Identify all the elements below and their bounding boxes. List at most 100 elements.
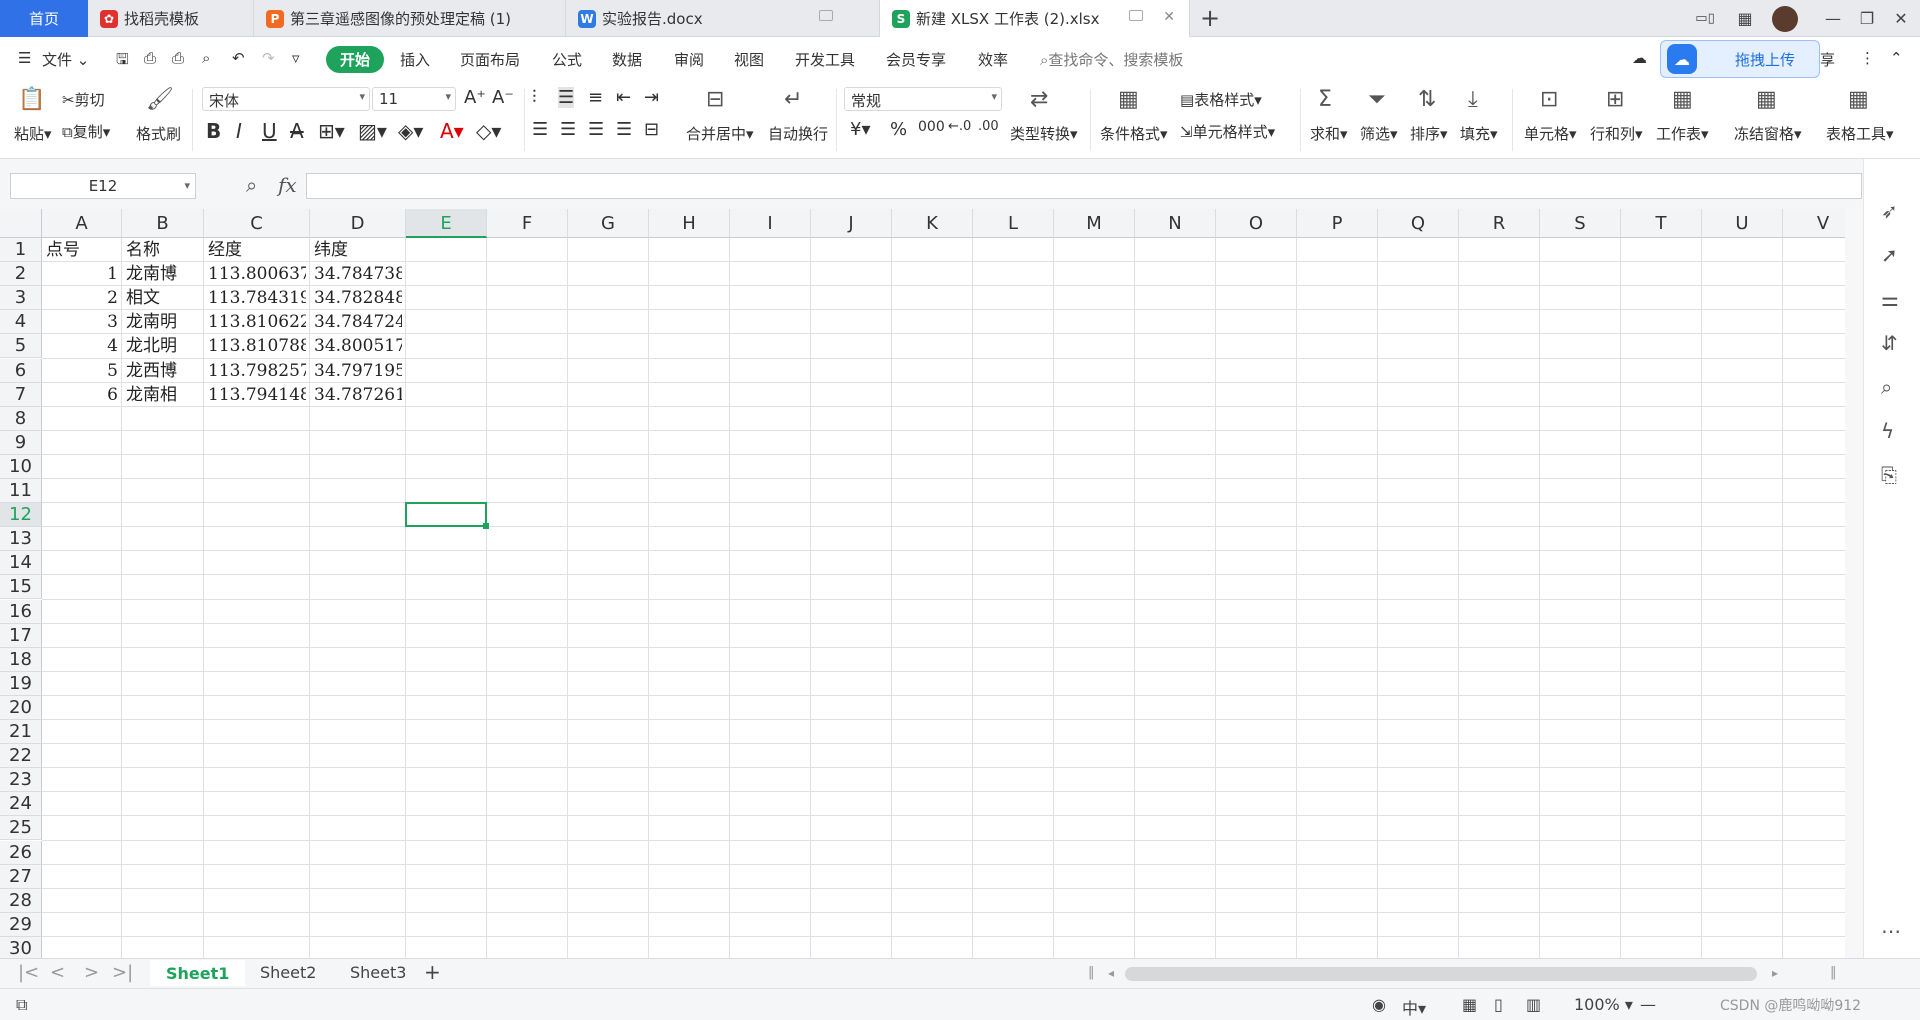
column-header-b[interactable]: B xyxy=(122,209,204,238)
cell-style-button[interactable]: ⇲单元格样式▾ xyxy=(1180,121,1275,142)
increase-font-icon[interactable]: A⁺ xyxy=(464,87,486,108)
cell-b1[interactable]: 名称 xyxy=(126,238,200,262)
font-size-select[interactable]: 11 xyxy=(372,87,456,111)
row-header-6[interactable]: 6 xyxy=(0,358,42,383)
align-bottom-icon[interactable]: ≡ xyxy=(588,87,603,108)
bold-icon[interactable]: B xyxy=(206,119,221,143)
row-header-30[interactable]: 30 xyxy=(0,936,42,958)
table-style-button[interactable]: ▤表格样式▾ xyxy=(1180,89,1262,110)
cell-b6[interactable]: 龙西博 xyxy=(126,359,200,383)
format-painter-icon[interactable]: 🖌 xyxy=(146,87,174,112)
rows-cols-button[interactable]: 行和列▾ xyxy=(1590,123,1643,144)
cell-a6[interactable]: 5 xyxy=(46,359,118,383)
row-header-22[interactable]: 22 xyxy=(0,744,42,769)
tab-view[interactable]: 视图 xyxy=(734,49,764,70)
book-search-icon[interactable]: ⎘ xyxy=(1881,463,1897,487)
restore-icon[interactable]: ❐ xyxy=(1850,0,1884,37)
row-header-9[interactable]: 9 xyxy=(0,430,42,455)
export-pdf-icon[interactable]: ⎙ xyxy=(144,49,156,67)
row-header-1[interactable]: 1 xyxy=(0,238,42,263)
column-header-r[interactable]: R xyxy=(1459,209,1540,238)
cell-a1[interactable]: 点号 xyxy=(46,238,118,262)
sliders-icon[interactable]: ⚌ xyxy=(1881,287,1899,311)
table-tools-icon[interactable]: ▦ xyxy=(1848,87,1869,112)
print-preview-icon[interactable]: ⌕ xyxy=(202,49,210,67)
splitter-icon[interactable]: ‖ xyxy=(1088,965,1095,980)
italic-icon[interactable]: I xyxy=(236,119,242,143)
conditional-format-icon[interactable]: ▦ xyxy=(1118,87,1139,112)
transform-icon[interactable]: ⇵ xyxy=(1881,331,1898,355)
hamburger-icon[interactable]: ☰ xyxy=(18,49,31,67)
column-header-n[interactable]: N xyxy=(1135,209,1216,238)
row-header-29[interactable]: 29 xyxy=(0,912,42,937)
column-header-p[interactable]: P xyxy=(1297,209,1378,238)
cell-a5[interactable]: 4 xyxy=(46,334,118,358)
column-header-q[interactable]: Q xyxy=(1378,209,1459,238)
percent-icon[interactable]: % xyxy=(890,119,907,140)
column-header-o[interactable]: O xyxy=(1216,209,1297,238)
cell-c7[interactable]: 113.794148 xyxy=(208,383,306,407)
more-options-icon[interactable]: ⋯ xyxy=(1881,919,1901,943)
close-tab-icon[interactable]: ✕ xyxy=(1163,9,1175,25)
lightning-icon[interactable]: ϟ xyxy=(1881,419,1894,443)
cell-b7[interactable]: 龙南相 xyxy=(126,383,200,407)
cell-c2[interactable]: 113.800637 xyxy=(208,262,306,286)
column-header-f[interactable]: F xyxy=(487,209,568,238)
more-icon[interactable]: ⋮ xyxy=(1860,49,1875,67)
cloud-sync-icon[interactable]: ☁ xyxy=(1632,49,1647,67)
row-header-21[interactable]: 21 xyxy=(0,720,42,745)
row-header-20[interactable]: 20 xyxy=(0,695,42,720)
row-header-16[interactable]: 16 xyxy=(0,599,42,624)
row-header-12[interactable]: 12 xyxy=(0,503,42,528)
convert-type-button[interactable]: 类型转换▾ xyxy=(1010,123,1078,144)
minimize-icon[interactable]: — xyxy=(1816,0,1850,37)
layout-toggle-icon[interactable]: ▭▯ xyxy=(1688,0,1722,37)
cell-b5[interactable]: 龙北明 xyxy=(126,334,200,358)
cell-c1[interactable]: 经度 xyxy=(208,238,306,262)
column-header-e[interactable]: E xyxy=(406,209,487,238)
cell-d4[interactable]: 34.784724 xyxy=(314,310,402,334)
underline-icon[interactable]: U xyxy=(262,119,277,143)
normal-view-icon[interactable]: ▦ xyxy=(1462,995,1477,1014)
number-format-select[interactable]: 常规 xyxy=(844,87,1002,111)
first-sheet-icon[interactable]: |< xyxy=(18,962,39,983)
tab-member[interactable]: 会员专享 xyxy=(886,49,946,70)
scroll-right-icon[interactable]: ▸ xyxy=(1772,966,1778,980)
sum-icon[interactable]: Σ xyxy=(1318,87,1332,112)
increase-decimal-icon[interactable]: ←.0 xyxy=(948,119,971,134)
share-button[interactable]: 享 xyxy=(1820,49,1835,70)
rocket-icon[interactable]: ➶ xyxy=(1881,199,1898,223)
tab-start[interactable]: 开始 xyxy=(326,46,385,73)
page-break-view-icon[interactable]: ▥ xyxy=(1526,995,1541,1014)
collapse-ribbon-icon[interactable]: ⌃ xyxy=(1890,49,1903,67)
filter-button[interactable]: 筛选▾ xyxy=(1360,123,1398,144)
drag-upload-button[interactable]: ☁ 拖拽上传 xyxy=(1660,40,1820,78)
column-header-h[interactable]: H xyxy=(649,209,730,238)
cell-a7[interactable]: 6 xyxy=(46,383,118,407)
currency-icon[interactable]: ¥▾ xyxy=(850,119,871,140)
tab-insert[interactable]: 插入 xyxy=(400,49,430,70)
cell-button[interactable]: 单元格▾ xyxy=(1524,123,1577,144)
tab-home[interactable]: 首页 xyxy=(0,0,88,37)
thousands-separator-icon[interactable]: 000 xyxy=(918,119,945,135)
sum-button[interactable]: 求和▾ xyxy=(1310,123,1348,144)
column-header-u[interactable]: U xyxy=(1702,209,1783,238)
eye-protection-icon[interactable]: ◉ xyxy=(1372,995,1386,1014)
command-search[interactable]: ⌕查找命令、搜索模板 xyxy=(1040,49,1183,70)
row-header-23[interactable]: 23 xyxy=(0,768,42,793)
align-right-icon[interactable]: ☰ xyxy=(588,119,604,140)
decrease-indent-icon[interactable]: ⇤ xyxy=(616,87,631,108)
column-header-s[interactable]: S xyxy=(1540,209,1621,238)
cell-c3[interactable]: 113.784319 xyxy=(208,286,306,310)
cell-c6[interactable]: 113.798257 xyxy=(208,359,306,383)
cell-d2[interactable]: 34.784738 xyxy=(314,262,402,286)
horizontal-scrollbar[interactable] xyxy=(1125,967,1757,981)
cut-button[interactable]: ✂剪切 xyxy=(62,89,105,110)
wrap-text-icon[interactable]: ↵ xyxy=(784,87,802,112)
merge-cells-icon[interactable]: ⊟ xyxy=(706,87,724,112)
row-header-25[interactable]: 25 xyxy=(0,816,42,841)
font-name-select[interactable]: 宋体 xyxy=(202,87,370,111)
fill-button[interactable]: 填充▾ xyxy=(1460,123,1498,144)
tab-formulas[interactable]: 公式 xyxy=(552,49,582,70)
column-header-j[interactable]: J xyxy=(811,209,892,238)
